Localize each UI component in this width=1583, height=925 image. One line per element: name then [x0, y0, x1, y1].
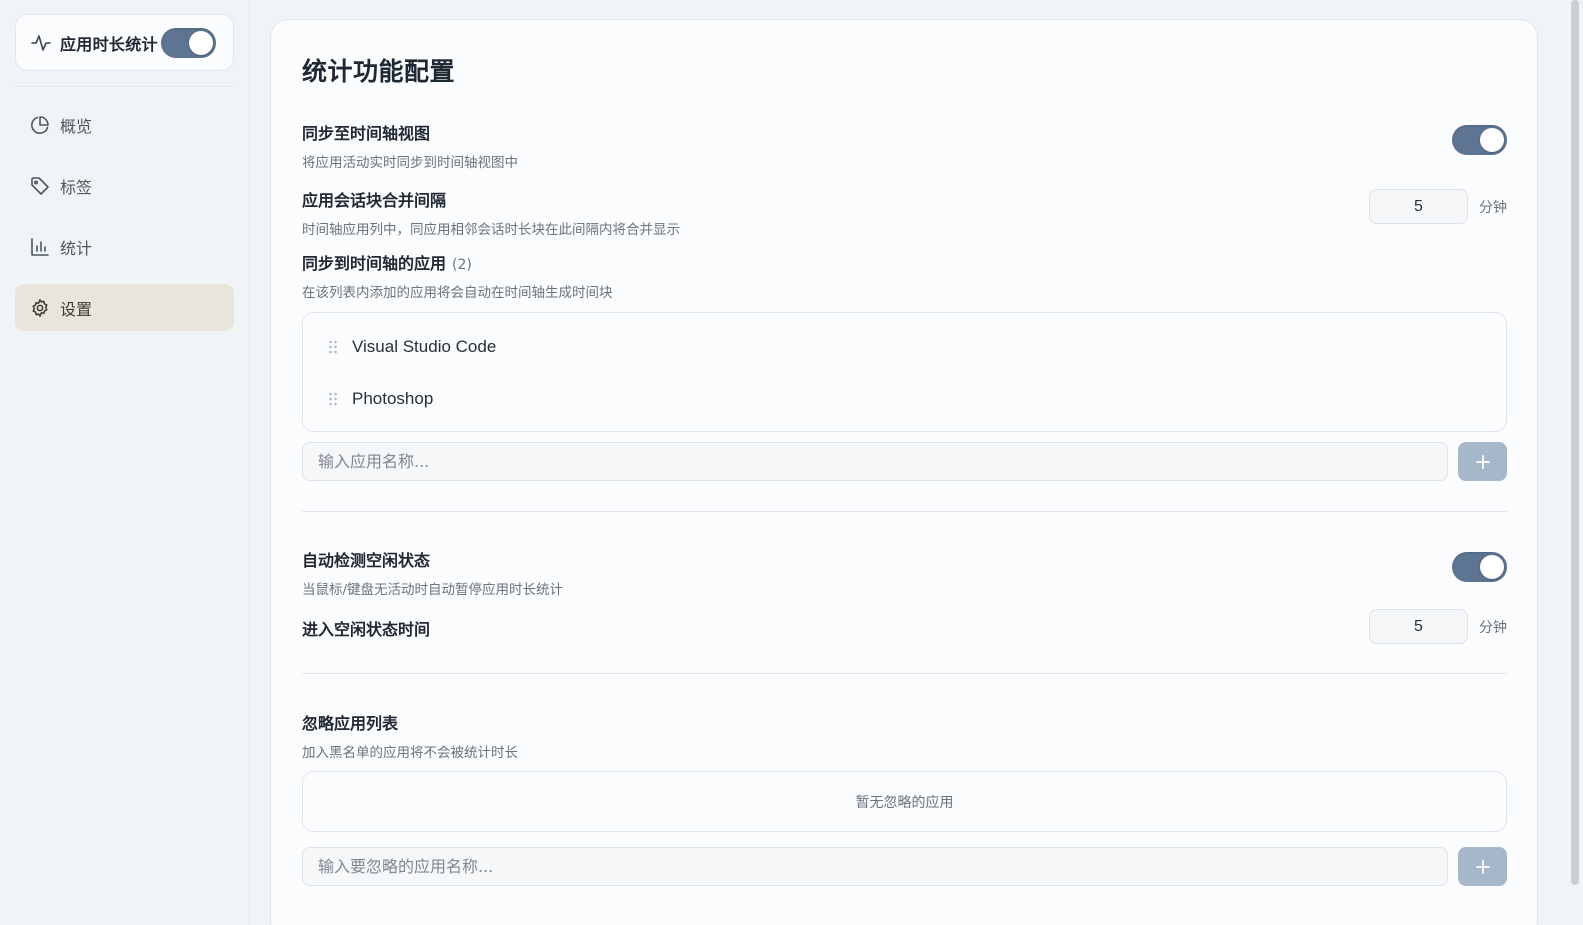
sync-timeline-toggle[interactable] [1452, 125, 1507, 155]
pie-chart-icon [30, 115, 50, 135]
synced-apps-list: Visual Studio Code Photoshop [302, 312, 1507, 432]
idle-time-input[interactable] [1369, 609, 1468, 644]
drag-handle-icon[interactable] [328, 392, 338, 406]
settings-card: 统计功能配置 同步至时间轴视图 将应用活动实时同步到时间轴视图中 应用会话块合并… [270, 19, 1538, 925]
brand-card: 应用时长统计 [15, 14, 234, 71]
scrollbar-thumb[interactable] [1571, 0, 1579, 885]
add-ignored-app-input[interactable] [302, 847, 1448, 886]
list-item[interactable]: Visual Studio Code [303, 321, 1506, 373]
sidebar-divider [15, 86, 234, 87]
setting-desc: 时间轴应用列中，同应用相邻会话时长块在此间隔内将合并显示 [302, 222, 680, 238]
idle-time-setting: 进入空闲状态时间 分钟 [302, 609, 1507, 644]
sidebar: 应用时长统计 概览 标签 统计 设置 [0, 0, 250, 925]
setting-title: 忽略应用列表 [302, 714, 399, 733]
add-ignored-app-button[interactable] [1458, 847, 1507, 886]
app-name: Photoshop [352, 389, 434, 408]
scrollbar[interactable] [1568, 0, 1583, 925]
setting-title: 自动检测空闲状态 [302, 551, 431, 570]
ignored-apps-empty-state: 暂无忽略的应用 [302, 771, 1507, 832]
main-content: 统计功能配置 同步至时间轴视图 将应用活动实时同步到时间轴视图中 应用会话块合并… [250, 0, 1583, 925]
setting-title: 应用会话块合并间隔 [302, 191, 447, 210]
drag-handle-icon[interactable] [328, 340, 338, 354]
unit-label: 分钟 [1479, 619, 1507, 636]
setting-desc: 当鼠标/键盘无活动时自动暂停应用时长统计 [302, 582, 564, 598]
synced-apps-title: 同步到时间轴的应用 [302, 254, 447, 273]
synced-apps-setting: 同步到时间轴的应用 (2) 在该列表内添加的应用将会自动在时间轴生成时间块 [302, 250, 1507, 301]
brand-tracking-toggle[interactable] [161, 27, 216, 58]
add-synced-app-button[interactable] [1458, 442, 1507, 481]
plus-icon [1475, 859, 1490, 874]
add-synced-app-input[interactable] [302, 442, 1448, 481]
setting-title: 进入空闲状态时间 [302, 620, 431, 639]
app-name: Visual Studio Code [352, 337, 497, 356]
setting-desc: 将应用活动实时同步到时间轴视图中 [302, 155, 518, 171]
sidebar-item-label: 标签 [60, 177, 93, 197]
setting-title: 同步至时间轴视图 [302, 124, 431, 143]
sidebar-item-settings[interactable]: 设置 [15, 284, 234, 331]
sidebar-item-label: 设置 [60, 299, 93, 319]
merge-interval-setting: 应用会话块合并间隔 时间轴应用列中，同应用相邻会话时长块在此间隔内将合并显示 分… [302, 187, 1507, 238]
setting-title: 同步到时间轴的应用 (2) [302, 250, 1507, 274]
synced-apps-count: (2) [452, 257, 472, 273]
app-window: 应用时长统计 概览 标签 统计 设置 统计功能配置 同步至时间轴视图 将应用活动… [0, 0, 1583, 925]
plus-icon [1475, 454, 1490, 469]
list-item[interactable]: Photoshop [303, 373, 1506, 425]
activity-icon [31, 33, 51, 53]
idle-detect-toggle[interactable] [1452, 552, 1507, 582]
merge-interval-control: 分钟 [1369, 189, 1507, 224]
sidebar-item-tags[interactable]: 标签 [15, 162, 234, 209]
ignored-apps-setting: 忽略应用列表 加入黑名单的应用将不会被统计时长 [302, 710, 1507, 761]
section-divider [302, 511, 1507, 512]
merge-interval-input[interactable] [1369, 189, 1468, 224]
sidebar-item-stats[interactable]: 统计 [15, 223, 234, 270]
unit-label: 分钟 [1479, 199, 1507, 216]
brand-title: 应用时长统计 [60, 34, 158, 54]
idle-time-control: 分钟 [1369, 609, 1507, 644]
gear-icon [30, 298, 50, 318]
sidebar-item-label: 统计 [60, 238, 93, 258]
section-divider [302, 673, 1507, 674]
idle-detect-control [1452, 552, 1507, 582]
sidebar-item-label: 概览 [60, 116, 93, 136]
idle-detect-setting: 自动检测空闲状态 当鼠标/键盘无活动时自动暂停应用时长统计 [302, 547, 1507, 598]
sync-timeline-control [1452, 125, 1507, 155]
sync-timeline-setting: 同步至时间轴视图 将应用活动实时同步到时间轴视图中 [302, 120, 1507, 171]
tag-icon [30, 176, 50, 196]
sidebar-item-overview[interactable]: 概览 [15, 101, 234, 148]
setting-desc: 在该列表内添加的应用将会自动在时间轴生成时间块 [302, 285, 613, 301]
setting-desc: 加入黑名单的应用将不会被统计时长 [302, 745, 518, 761]
bar-chart-icon [30, 237, 50, 257]
page-title: 统计功能配置 [302, 57, 456, 86]
